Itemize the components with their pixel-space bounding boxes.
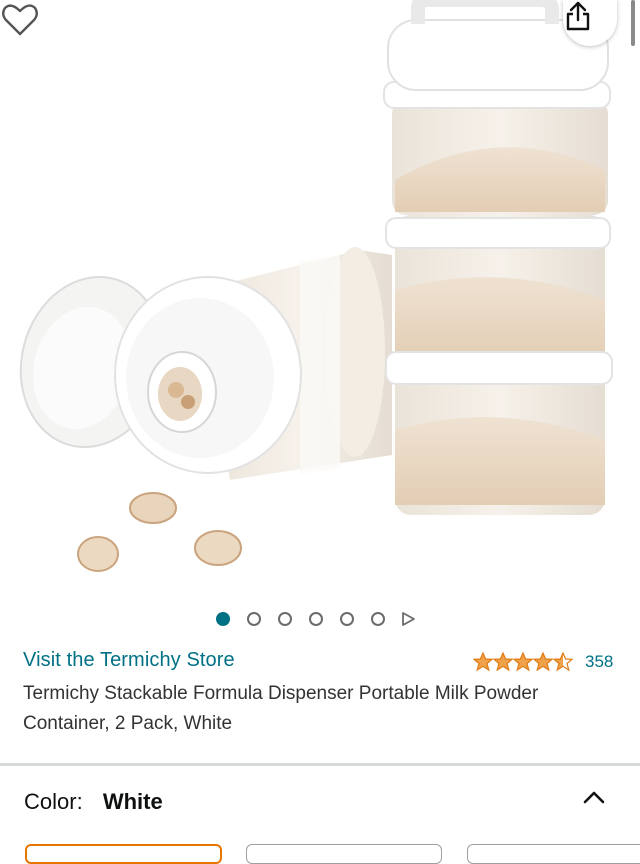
color-swatch[interactable] bbox=[246, 844, 442, 864]
selected-color: White bbox=[102, 789, 163, 814]
star-rating-icon bbox=[473, 652, 573, 672]
product-image[interactable] bbox=[0, 0, 640, 600]
carousel-dot[interactable] bbox=[340, 612, 354, 626]
product-title: Termichy Stackable Formula Dispenser Por… bbox=[23, 683, 539, 734]
carousel-dot[interactable] bbox=[309, 612, 323, 626]
carousel-dot[interactable] bbox=[247, 612, 261, 626]
carousel-dot[interactable] bbox=[278, 612, 292, 626]
scrollbar[interactable] bbox=[631, 0, 635, 46]
share-icon bbox=[566, 1, 590, 31]
carousel-dot[interactable] bbox=[216, 612, 230, 626]
carousel-dot[interactable] bbox=[371, 612, 385, 626]
heart-icon[interactable] bbox=[0, 0, 40, 40]
rating-summary[interactable]: 358 bbox=[473, 651, 613, 673]
section-divider bbox=[0, 763, 640, 766]
chevron-up-icon[interactable] bbox=[581, 785, 607, 811]
store-link[interactable]: Visit the Termichy Store bbox=[23, 649, 235, 672]
color-swatch[interactable] bbox=[467, 844, 640, 864]
color-selector-header[interactable]: Color: White bbox=[24, 789, 163, 815]
play-icon[interactable] bbox=[400, 611, 416, 627]
rating-count[interactable]: 358 bbox=[585, 652, 613, 672]
product-photo bbox=[19, 0, 613, 572]
color-label: Color: bbox=[24, 789, 83, 814]
color-swatch-selected[interactable] bbox=[25, 844, 222, 864]
image-carousel-indicator bbox=[0, 610, 640, 628]
